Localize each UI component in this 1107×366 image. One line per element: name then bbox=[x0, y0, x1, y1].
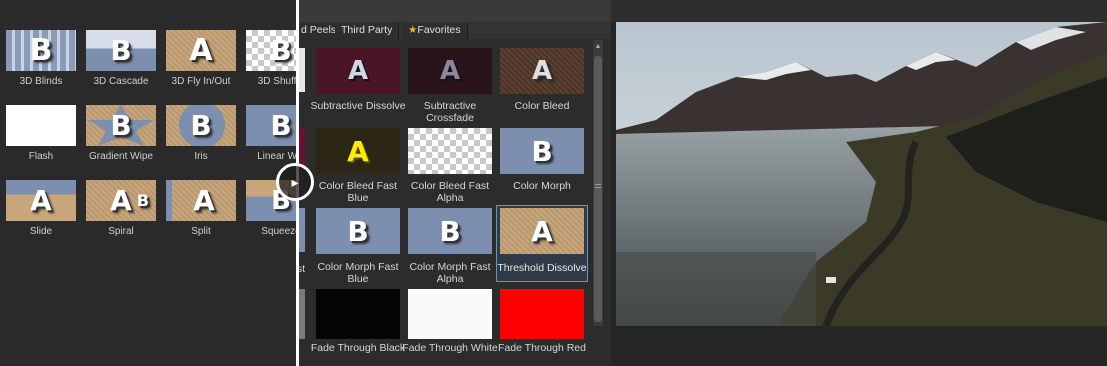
transition-thumbnail: B bbox=[246, 30, 296, 71]
transition-label: Fade Through Black bbox=[310, 342, 406, 354]
transition-thumbnail: B bbox=[6, 30, 76, 71]
transition-thumbnail: A bbox=[166, 180, 236, 221]
transition-item[interactable]: A Split bbox=[166, 180, 238, 244]
letter-a: A bbox=[189, 33, 213, 68]
gallery-scrollbar[interactable]: ▲ bbox=[593, 40, 603, 326]
transition-thumbnail: B bbox=[246, 105, 296, 146]
tab-label: Favorites bbox=[417, 24, 461, 36]
transition-thumbnail[interactable] bbox=[299, 208, 305, 252]
letter-b: B bbox=[270, 109, 292, 142]
landscape-photo bbox=[616, 22, 1107, 326]
letter-a: A bbox=[193, 184, 215, 217]
transition-label: 3D Fly In/Out bbox=[171, 76, 231, 87]
scrollbar-thumb[interactable] bbox=[594, 56, 602, 322]
transition-thumbnail: B bbox=[166, 105, 236, 146]
tab-label: Third Party bbox=[341, 24, 393, 36]
tab-third-party[interactable]: Third Party bbox=[335, 22, 400, 39]
transition-label: Linear Wip bbox=[257, 151, 296, 162]
transition-label: Fade Through White bbox=[402, 342, 498, 354]
category-tabs: d Peels Third Party ★Favorites bbox=[299, 22, 611, 39]
transition-label: Gradient Wipe bbox=[89, 151, 153, 162]
transition-thumbnail[interactable]: B bbox=[500, 128, 584, 174]
chevron-right-icon: ▸ bbox=[291, 173, 299, 190]
transition-gallery-left: B 3D Blinds B 3D Cascade A 3D Fly In/Out… bbox=[0, 0, 296, 366]
transition-label: Color Morph Fast Blue bbox=[317, 261, 399, 285]
letter-a: A bbox=[531, 214, 553, 248]
preview-toolbar bbox=[611, 0, 1107, 22]
transition-thumbnail: A bbox=[166, 30, 236, 71]
transition-thumbnail[interactable] bbox=[299, 289, 305, 339]
transition-thumbnail[interactable]: B bbox=[408, 208, 492, 254]
transition-label: Color Bleed bbox=[514, 100, 570, 112]
transition-thumbnail[interactable]: A bbox=[500, 48, 584, 94]
transition-label: Split bbox=[191, 226, 211, 237]
tab-label: d Peels bbox=[301, 24, 337, 36]
letter-b: B bbox=[270, 34, 292, 67]
transition-label: Iris bbox=[194, 151, 208, 162]
transition-thumbnail[interactable]: A bbox=[500, 208, 584, 254]
transition-label: Slide bbox=[29, 226, 53, 237]
transition-label: Subtractive Dissolve bbox=[310, 100, 406, 112]
letter-a: A bbox=[531, 56, 553, 86]
transition-label: Color Bleed Fast Blue bbox=[318, 180, 398, 204]
letter-a: A bbox=[30, 184, 52, 217]
transition-item[interactable]: B 3D Blinds bbox=[6, 30, 78, 94]
preview-image bbox=[616, 22, 1107, 326]
compare-slider-handle[interactable]: ▸ bbox=[276, 163, 314, 201]
transition-label: Squeeze bbox=[261, 226, 296, 237]
gallery-toolbar bbox=[299, 0, 611, 22]
letter-b: B bbox=[347, 214, 369, 248]
transition-thumbnail: B bbox=[86, 105, 156, 146]
transition-thumbnail[interactable] bbox=[408, 128, 492, 174]
letter-b: B bbox=[110, 34, 132, 67]
transition-thumbnail[interactable]: A bbox=[316, 48, 400, 94]
letter-b: B bbox=[439, 214, 461, 248]
transition-label: 3D Blinds bbox=[19, 76, 63, 87]
transition-item[interactable]: A Slide bbox=[6, 180, 78, 244]
transition-item[interactable]: A 3D Fly In/Out bbox=[166, 30, 238, 94]
transition-thumbnail[interactable]: A bbox=[316, 128, 400, 174]
letter-b: B bbox=[29, 33, 53, 68]
transition-label: Color Morph bbox=[513, 180, 571, 192]
transition-label: 3D Cascade bbox=[93, 76, 149, 87]
transition-thumbnail bbox=[6, 105, 76, 146]
transition-label: Threshold Dissolve bbox=[497, 262, 587, 274]
preview-panel bbox=[611, 0, 1107, 366]
transition-thumbnail: B bbox=[86, 30, 156, 71]
transition-thumbnail[interactable] bbox=[500, 289, 584, 339]
transition-thumbnail: A B bbox=[86, 180, 156, 221]
transition-thumbnail[interactable]: A bbox=[408, 48, 492, 94]
letter-a: A bbox=[347, 56, 369, 86]
transition-thumbnail: A bbox=[6, 180, 76, 221]
transition-thumbnail[interactable] bbox=[299, 48, 305, 92]
transition-item[interactable]: A B Spiral bbox=[86, 180, 158, 244]
transition-label: Fade Through Red bbox=[498, 342, 586, 354]
transition-item[interactable]: Flash bbox=[6, 105, 78, 169]
star-icon: ★ bbox=[408, 24, 418, 36]
scroll-up-icon[interactable]: ▲ bbox=[593, 40, 603, 54]
transition-label: Color Bleed Fast Alpha bbox=[410, 180, 490, 204]
transition-gallery-middle: d Peels Third Party ★Favorites st A Subt… bbox=[299, 0, 611, 366]
transition-label: Subtractive Crossfade bbox=[423, 100, 477, 124]
letter-b: B bbox=[110, 109, 132, 142]
transition-label: Spiral bbox=[108, 226, 134, 237]
transition-thumbnail[interactable] bbox=[316, 289, 400, 339]
transition-item[interactable]: B Iris bbox=[166, 105, 238, 169]
transition-item[interactable]: B 3D Cascade bbox=[86, 30, 158, 94]
transition-label: Flash bbox=[28, 151, 54, 162]
letter-b: B bbox=[136, 191, 150, 210]
transition-label: st bbox=[299, 263, 305, 275]
transition-label: Color Morph Fast Alpha bbox=[409, 261, 491, 285]
tab-favorites[interactable]: ★Favorites bbox=[402, 22, 468, 39]
transition-thumbnail[interactable]: B bbox=[316, 208, 400, 254]
letter-b: B bbox=[531, 134, 553, 168]
transition-thumbnail[interactable] bbox=[408, 289, 492, 339]
letter-a: A bbox=[347, 134, 369, 168]
transition-item[interactable]: B Gradient Wipe bbox=[86, 105, 158, 169]
transition-item[interactable]: B 3D Shuffle bbox=[246, 30, 296, 94]
transition-item[interactable]: B Linear Wip bbox=[246, 105, 296, 169]
transition-label: 3D Shuffle bbox=[257, 76, 296, 87]
letter-a: A bbox=[439, 56, 461, 86]
letter-b: B bbox=[190, 109, 212, 142]
